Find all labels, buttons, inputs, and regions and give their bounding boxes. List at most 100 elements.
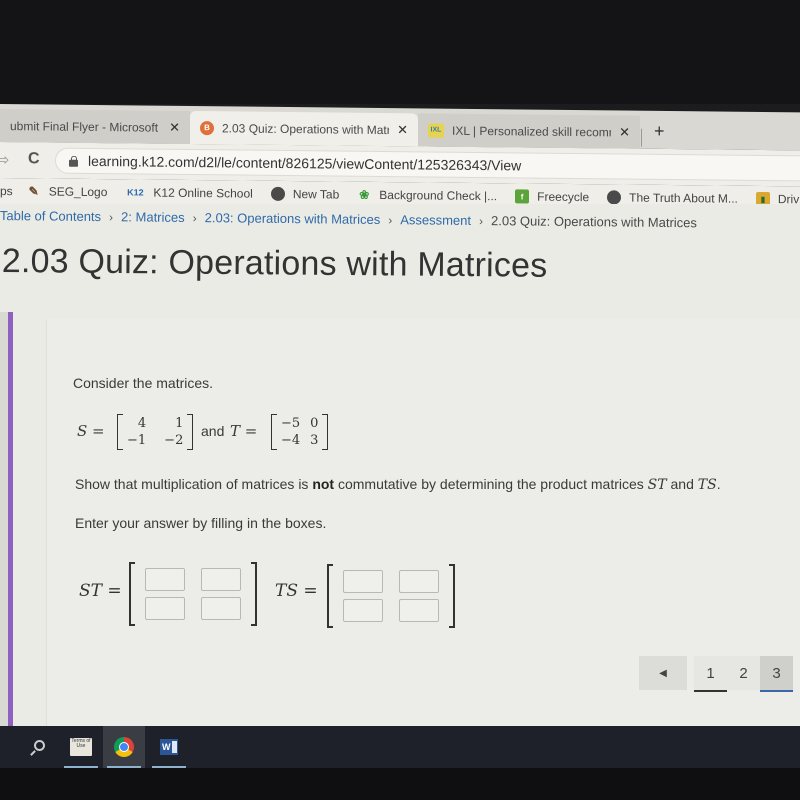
st-cell-1-1[interactable] — [145, 568, 185, 591]
breadcrumb-operations[interactable]: 2.03: Operations with Matrices — [205, 210, 381, 227]
new-tab-button[interactable]: + — [654, 121, 665, 142]
breadcrumb-separator: › — [388, 212, 393, 227]
url-text[interactable]: learning.k12.com/d2l/le/content/826125/v… — [88, 153, 521, 174]
page-content: Table of Contents › 2: Matrices › 2.03: … — [0, 204, 800, 730]
breadcrumb-matrices[interactable]: 2: Matrices — [121, 209, 185, 225]
close-icon[interactable]: ✕ — [619, 124, 630, 140]
answer-st-grid — [135, 568, 251, 620]
matrix-cell: 3 — [310, 433, 319, 448]
taskbar-chrome[interactable] — [103, 726, 145, 768]
instruction-math: ST — [647, 477, 667, 493]
monitor-bezel-bottom — [0, 768, 800, 800]
question-intro: Consider the matrices. — [73, 375, 214, 391]
instruction-part: . — [716, 476, 721, 492]
breadcrumb-table-of-contents[interactable]: Table of Contents — [0, 208, 101, 224]
answer-ts-label: TS = — [275, 581, 318, 601]
instruction-text: Show that multiplication of matrices is … — [75, 476, 721, 493]
breadcrumb-separator: › — [109, 209, 114, 224]
matrix-t: −5 0 −4 3 — [271, 414, 329, 450]
tab-quiz[interactable]: B 2.03 Quiz: Operations with Matri ✕ — [190, 110, 418, 147]
taskbar-word[interactable]: W — [148, 726, 190, 768]
terms-of-use-icon: Terms of Use — [70, 738, 92, 756]
breadcrumb-separator: › — [192, 210, 197, 225]
matrix-cell: −5 — [281, 416, 301, 431]
pagination: ◀ 1 2 3 — [639, 656, 793, 692]
breadcrumb-current: 2.03 Quiz: Operations with Matrices — [490, 213, 698, 231]
bookmark-freecycle[interactable]: f Freecycle — [515, 189, 589, 204]
reload-icon[interactable]: C — [28, 150, 40, 168]
bookmark-new-tab[interactable]: New Tab — [270, 186, 340, 202]
seg-logo-icon: ✎ — [28, 184, 39, 199]
bookmark-k12[interactable]: K12 K12 Online School — [125, 185, 253, 201]
word-icon: W — [160, 739, 178, 755]
tab-title: ubmit Final Flyer - Microsoft Of — [10, 118, 162, 135]
chrome-icon — [114, 737, 134, 757]
matrix-s-label: S = — [77, 422, 105, 440]
bookmark-label: New Tab — [292, 187, 340, 202]
bookmark-label: Background Check |... — [379, 187, 498, 204]
instruction-part: commutative by determining the product m… — [334, 476, 648, 492]
breadcrumb-separator: › — [478, 213, 484, 228]
matrix-s: 4 1 −1 −2 — [117, 414, 194, 450]
taskbar-search[interactable] — [16, 726, 58, 768]
instruction-math: TS — [697, 477, 717, 493]
st-cell-1-2[interactable] — [201, 568, 241, 591]
prev-page-button[interactable]: ◀ — [639, 656, 687, 690]
bookmark-label: Freecycle — [537, 189, 590, 205]
and-text: and — [201, 423, 225, 439]
k12-icon: K12 — [127, 187, 144, 198]
tab-ixl[interactable]: IXL IXL | Personalized skill recommen ✕ — [418, 113, 640, 149]
tab-separator — [641, 128, 642, 147]
accent-bar — [8, 312, 13, 728]
breadcrumb-assessment[interactable]: Assessment — [400, 212, 471, 228]
page-2-button[interactable]: 2 — [727, 656, 760, 690]
bookmark-apps[interactable]: ps — [0, 184, 13, 198]
address-bar[interactable]: learning.k12.com/d2l/le/content/826125/v… — [55, 147, 800, 182]
tab-title: 2.03 Quiz: Operations with Matri — [222, 120, 390, 137]
answer-st-label: ST = — [79, 581, 122, 601]
bookmark-background-check[interactable]: ❀ Background Check |... — [357, 188, 497, 203]
ts-cell-2-2[interactable] — [399, 599, 439, 622]
bookmark-label: SEG_Logo — [48, 184, 108, 200]
matrix-cell: 4 — [137, 416, 147, 431]
answer-ts-matrix — [327, 564, 455, 628]
matrix-cell: −4 — [281, 433, 301, 448]
bookmark-seg-logo[interactable]: ✎ SEG_Logo — [27, 184, 108, 199]
page-3-button[interactable]: 3 — [760, 656, 793, 692]
ts-cell-1-1[interactable] — [343, 570, 383, 593]
ixl-logo-icon: IXL — [428, 122, 444, 138]
bracket-right — [322, 414, 329, 450]
tab-flyer[interactable]: ubmit Final Flyer - Microsoft Of ✕ — [0, 109, 190, 144]
bookmark-label: K12 Online School — [153, 185, 253, 201]
matrix-cell: −2 — [164, 433, 184, 448]
instruction-bold: not — [312, 476, 335, 492]
b-logo-icon: B — [200, 120, 214, 135]
taskbar: Terms of Use W — [0, 726, 800, 768]
close-icon[interactable]: ✕ — [397, 122, 408, 138]
page-title: 2.03 Quiz: Operations with Matrices — [1, 242, 548, 285]
left-panel — [0, 312, 8, 728]
search-icon — [33, 739, 45, 751]
enter-answer-text: Enter your answer by filling in the boxe… — [75, 515, 327, 531]
page-1-button[interactable]: 1 — [694, 656, 727, 692]
monitor-bezel — [0, 0, 800, 104]
screen: ubmit Final Flyer - Microsoft Of ✕ B 2.0… — [0, 0, 800, 800]
paw-icon: ❀ — [359, 187, 370, 202]
close-icon[interactable]: ✕ — [169, 119, 180, 135]
bookmark-label: ps — [0, 184, 13, 199]
tab-title: IXL | Personalized skill recommen — [452, 123, 612, 139]
globe-icon — [607, 190, 622, 205]
lock-icon — [68, 156, 78, 166]
freecycle-icon: f — [515, 189, 530, 204]
answer-st-matrix — [129, 562, 257, 626]
ts-cell-1-2[interactable] — [399, 570, 439, 593]
breadcrumb: Table of Contents › 2: Matrices › 2.03: … — [0, 208, 697, 230]
matrix-cell: 1 — [175, 416, 184, 431]
st-cell-2-1[interactable] — [145, 597, 185, 620]
matrix-cell: −1 — [127, 433, 147, 448]
st-cell-2-2[interactable] — [201, 597, 241, 620]
ts-cell-2-1[interactable] — [343, 599, 383, 622]
matrix-cell: 0 — [310, 416, 319, 431]
taskbar-terms-of-use[interactable]: Terms of Use — [60, 726, 102, 768]
forward-icon[interactable]: ⇨ — [0, 150, 9, 170]
